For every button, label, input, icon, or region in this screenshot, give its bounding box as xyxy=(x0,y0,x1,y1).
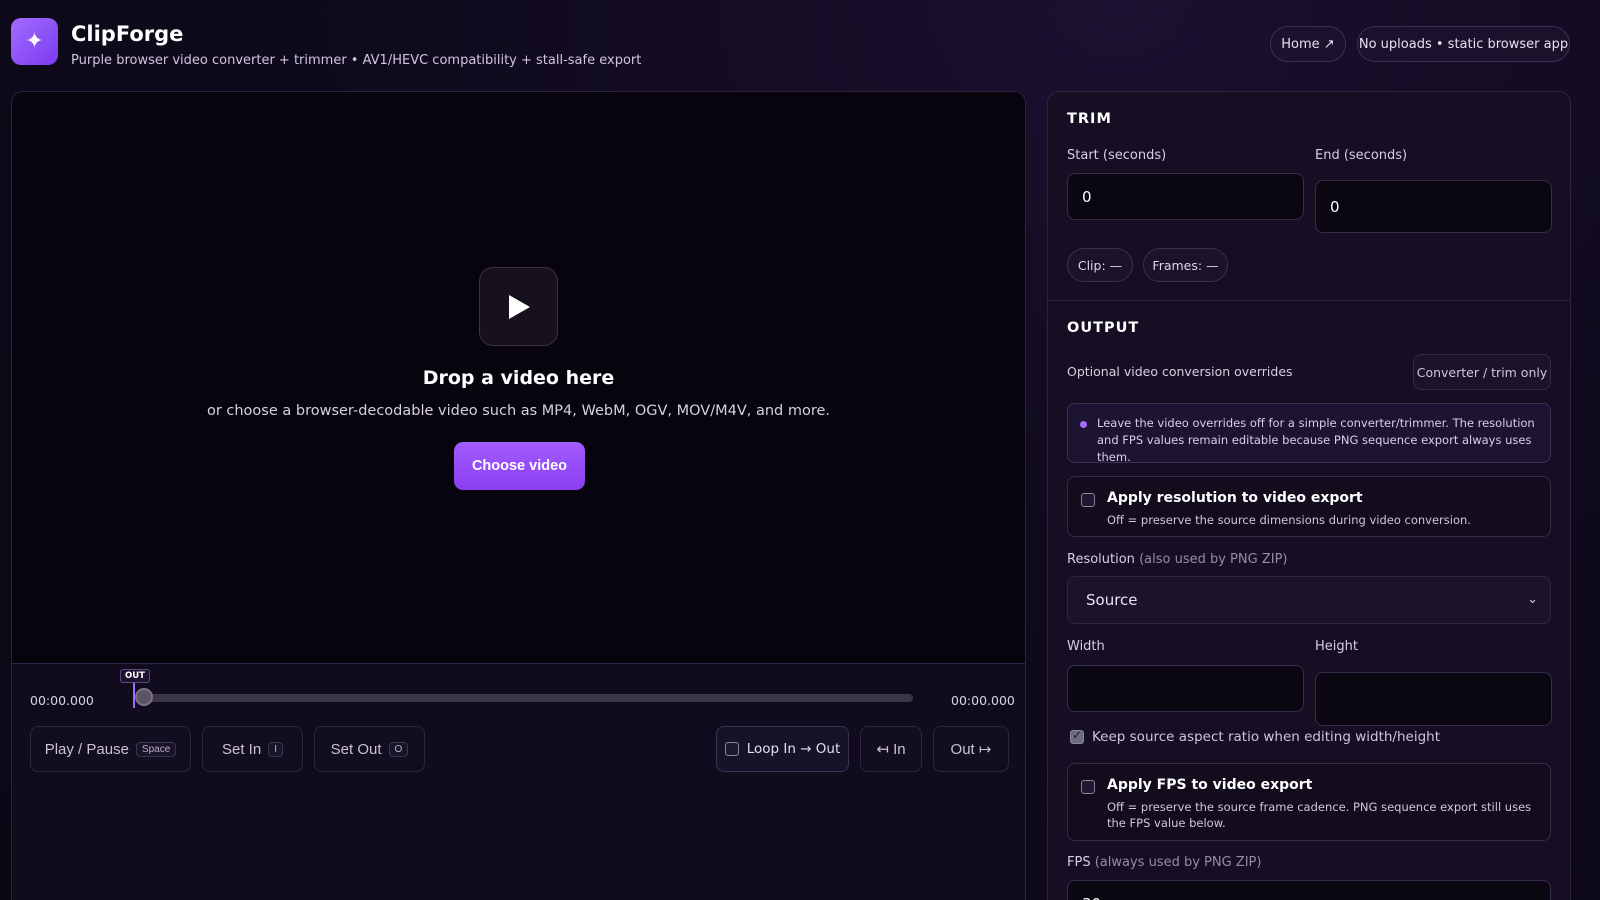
keep-aspect-option[interactable]: Keep source aspect ratio when editing wi… xyxy=(1070,728,1441,745)
mode-badge: Converter / trim only xyxy=(1413,354,1551,390)
apply-fps-desc: Off = preserve the source frame cadence.… xyxy=(1107,800,1532,830)
apply-fps-title: Apply FPS to video export xyxy=(1107,777,1313,793)
keep-aspect-label: Keep source aspect ratio when editing wi… xyxy=(1092,729,1441,745)
resolution-select[interactable]: Source ⌄ xyxy=(1067,576,1551,624)
fps-note: (always used by PNG ZIP) xyxy=(1094,855,1262,870)
resolution-label-text: Resolution xyxy=(1067,552,1135,567)
fps-input[interactable]: 30 xyxy=(1067,880,1551,900)
logo: ✦ xyxy=(11,18,58,65)
height-label: Height xyxy=(1315,639,1358,654)
set-out-label: Set Out xyxy=(330,740,382,758)
section-divider xyxy=(1048,300,1570,301)
home-link[interactable]: Home ↗ xyxy=(1270,26,1346,62)
drop-title: Drop a video here xyxy=(422,367,615,389)
shortcut-key: O xyxy=(388,741,409,757)
resolution-value: Source xyxy=(1086,591,1138,609)
scrubber-handle[interactable] xyxy=(135,688,153,706)
output-section-title: OUTPUT xyxy=(1067,320,1140,336)
loop-checkbox[interactable] xyxy=(724,742,739,756)
apply-resolution-checkbox[interactable] xyxy=(1081,493,1095,507)
chevron-down-icon: ⌄ xyxy=(1527,592,1538,607)
app-title: ClipForge xyxy=(71,22,184,46)
settings-panel: TRIM Start (seconds) End (seconds) 0 0 C… xyxy=(1047,91,1571,900)
info-note: Leave the video overrides off for a simp… xyxy=(1067,403,1551,464)
app-subtitle: Purple browser video converter + trimmer… xyxy=(71,53,642,68)
drop-subtitle: or choose a browser-decodable video such… xyxy=(206,403,831,419)
trim-section-title: TRIM xyxy=(1067,111,1112,127)
out-marker-badge: OUT xyxy=(120,669,150,683)
set-out-button[interactable]: Set Out O xyxy=(314,726,425,772)
info-dot-icon xyxy=(1080,421,1087,428)
choose-video-button[interactable]: Choose video xyxy=(454,442,585,490)
video-panel: Drop a video here or choose a browser-de… xyxy=(11,91,1026,900)
height-input[interactable] xyxy=(1315,672,1552,726)
play-pause-button[interactable]: Play / Pause Space xyxy=(30,726,191,772)
sparkle-icon: ✦ xyxy=(25,29,44,54)
loop-label: Loop In → Out xyxy=(746,741,841,757)
fps-label-text: FPS xyxy=(1067,855,1091,870)
timeline-scrubber[interactable] xyxy=(143,694,913,702)
video-drop-zone[interactable]: Drop a video here or choose a browser-de… xyxy=(12,92,1025,664)
go-to-out-button[interactable]: Out ↦ xyxy=(933,726,1009,772)
play-button[interactable] xyxy=(479,267,558,346)
apply-resolution-option[interactable]: Apply resolution to video export Off = p… xyxy=(1067,476,1551,537)
set-in-label: Set In xyxy=(222,740,262,758)
play-pause-label: Play / Pause xyxy=(44,740,129,758)
start-label: Start (seconds) xyxy=(1067,148,1167,163)
overrides-label: Optional video conversion overrides xyxy=(1067,364,1293,379)
end-label: End (seconds) xyxy=(1315,148,1408,163)
resolution-note: (also used by PNG ZIP) xyxy=(1139,552,1288,567)
play-icon xyxy=(508,294,530,319)
apply-resolution-title: Apply resolution to video export xyxy=(1107,490,1363,506)
current-time: 00:00.000 xyxy=(30,693,94,708)
info-text: Leave the video overrides off for a simp… xyxy=(1097,416,1535,464)
width-label: Width xyxy=(1067,639,1105,654)
shortcut-key: I xyxy=(268,741,283,757)
resolution-label: Resolution (also used by PNG ZIP) xyxy=(1067,552,1287,567)
fps-label: FPS (always used by PNG ZIP) xyxy=(1067,855,1261,870)
clip-length-chip: Clip: — xyxy=(1067,248,1133,282)
frame-count-chip: Frames: — xyxy=(1143,248,1228,282)
duration-time: 00:00.000 xyxy=(951,693,1015,708)
set-in-button[interactable]: Set In I xyxy=(202,726,303,772)
trim-end-input[interactable]: 0 xyxy=(1315,180,1552,233)
width-input[interactable] xyxy=(1067,665,1304,712)
apply-resolution-desc: Off = preserve the source dimensions dur… xyxy=(1107,513,1471,527)
go-to-in-button[interactable]: ↤ In xyxy=(860,726,922,772)
keep-aspect-checkbox[interactable] xyxy=(1070,728,1084,744)
shortcut-key: Space xyxy=(135,741,177,757)
app-header: ✦ ClipForge Purple browser video convert… xyxy=(11,18,1571,68)
loop-toggle[interactable]: Loop In → Out xyxy=(716,726,849,772)
trim-start-input[interactable]: 0 xyxy=(1067,173,1304,220)
apply-fps-checkbox[interactable] xyxy=(1081,780,1095,794)
privacy-badge: No uploads • static browser app xyxy=(1357,26,1570,62)
apply-fps-option[interactable]: Apply FPS to video export Off = preserve… xyxy=(1067,763,1551,841)
